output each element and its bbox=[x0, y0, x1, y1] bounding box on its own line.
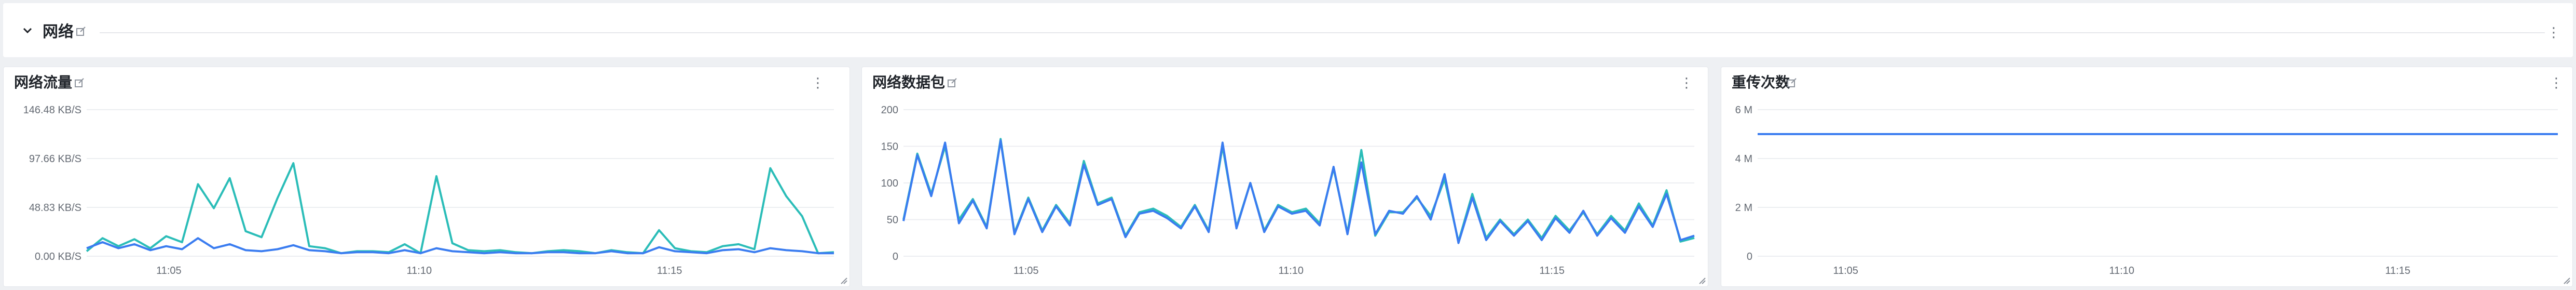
chart-network-packets: 200 150 100 50 0 11:05 11:10 11:15 bbox=[881, 104, 1695, 276]
y-tick-label: 2 M bbox=[1735, 202, 1752, 214]
resize-handle-icon[interactable] bbox=[840, 277, 847, 284]
chart-network-traffic: 146.48 KB/S 97.66 KB/S 48.83 KB/S 0.00 KB/S… bbox=[23, 104, 834, 276]
y-tick-label: 200 bbox=[881, 104, 898, 116]
y-tick-label: 4 M bbox=[1735, 153, 1752, 165]
x-tick-label: 11:05 bbox=[156, 265, 182, 276]
x-tick-label: 11:05 bbox=[1013, 265, 1039, 276]
x-tick-label: 11:10 bbox=[2109, 265, 2134, 276]
x-tick-label: 11:05 bbox=[1833, 265, 1858, 276]
section-divider bbox=[100, 32, 2545, 33]
y-tick-label: 0 bbox=[893, 251, 898, 262]
y-tick-label: 146.48 KB/S bbox=[23, 104, 81, 116]
section-header-network: 网络 ⋮ bbox=[3, 3, 2573, 57]
y-tick-label: 6 M bbox=[1735, 104, 1752, 116]
edit-icon[interactable] bbox=[76, 26, 86, 39]
resize-handle-icon[interactable] bbox=[2563, 277, 2570, 284]
chevron-down-icon[interactable] bbox=[21, 24, 34, 37]
chart-retransmissions: 6 M 4 M 2 M 0 11:05 11:10 11:15 bbox=[1735, 104, 2558, 276]
y-tick-label: 50 bbox=[887, 215, 898, 226]
panel-network-packets: 网络数据包 ⋮ 200 150 100 50 0 11:05 11:10 11:15 bbox=[861, 67, 1708, 287]
x-tick-label: 11:15 bbox=[657, 265, 682, 276]
panel-retransmissions: 重传次数 ⋮ 6 M4 M2 M 0 11:05 11:10 11:15 bbox=[1721, 67, 2573, 287]
x-tick-label: 11:15 bbox=[1539, 265, 1565, 276]
x-tick-label: 11:15 bbox=[2385, 265, 2410, 276]
y-tick-label: 100 bbox=[881, 178, 898, 189]
y-tick-label: 150 bbox=[881, 141, 898, 153]
y-tick-label: 0.00 KB/S bbox=[35, 251, 81, 262]
resize-handle-icon[interactable] bbox=[1698, 277, 1706, 284]
y-tick-label: 97.66 KB/S bbox=[29, 153, 81, 165]
section-title: 网络 bbox=[43, 23, 74, 41]
series-line bbox=[902, 139, 1695, 244]
more-vertical-icon[interactable]: ⋮ bbox=[2547, 25, 2560, 39]
x-tick-label: 11:10 bbox=[407, 265, 432, 276]
panel-network-traffic: 网络流量 ⋮ 146.48 KB/S 97.66 KB/S 48.83 KB/S 0.… bbox=[3, 67, 850, 287]
y-tick-label: 0 bbox=[1747, 251, 1752, 262]
series-line bbox=[902, 138, 1695, 243]
y-tick-label: 48.83 KB/S bbox=[29, 202, 81, 214]
x-tick-label: 11:10 bbox=[1278, 265, 1304, 276]
